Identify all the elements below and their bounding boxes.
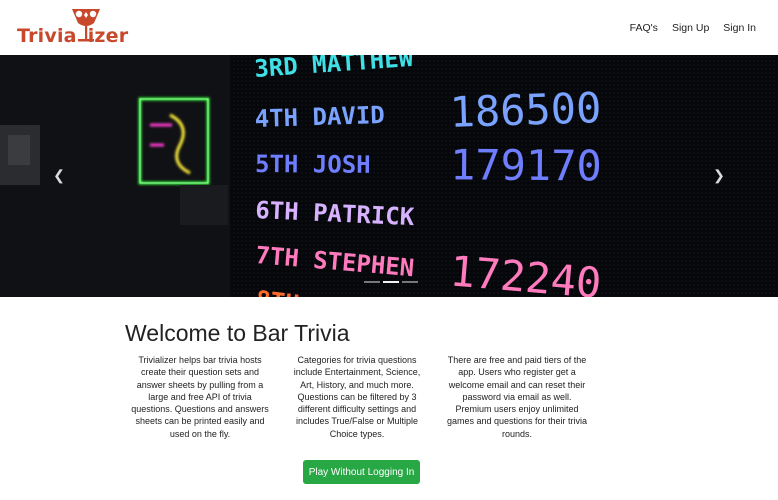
scoreboard-name: 4TH DAVID [254, 101, 385, 133]
scoreboard-score: 186500 [449, 83, 602, 137]
logo-text: Trivia izer [17, 25, 129, 47]
carousel-indicator-3[interactable] [402, 281, 418, 283]
nav-link-signup[interactable]: Sign Up [672, 22, 709, 34]
nav-link-faq[interactable]: FAQ's [630, 22, 658, 34]
carousel-prev-button[interactable]: ❮ [52, 167, 66, 184]
feature-text-tiers: There are free and paid tiers of the app… [446, 355, 588, 439]
chevron-right-icon: ❯ [713, 167, 725, 183]
play-without-login-button[interactable]: Play Without Logging In [303, 460, 420, 484]
hero-carousel: 3RD MATTHEW 4TH DAVID 186500 5TH JOSH 179170… [0, 55, 778, 297]
feature-text-categories: Categories for trivia questions include … [293, 355, 421, 439]
scoreboard-image: 3RD MATTHEW4TH DAVID 1865005TH JOSH 179170… [0, 55, 778, 297]
carousel-indicators [364, 281, 418, 283]
logo[interactable]: Trivia izer [17, 6, 135, 48]
scoreboard-score: 179170 [450, 140, 602, 190]
carousel-next-button[interactable]: ❯ [712, 167, 726, 184]
page-title: Welcome to Bar Trivia [125, 320, 350, 346]
scoreboard-name: 5TH JOSH [255, 150, 371, 179]
nav-link-signin[interactable]: Sign In [723, 22, 756, 34]
carousel-indicator-2[interactable] [383, 281, 399, 283]
nav-links: FAQ's Sign Up Sign In [630, 22, 756, 34]
navbar: Trivia izer FAQ's Sign Up Sign In [0, 0, 778, 55]
chevron-left-icon: ❮ [53, 167, 65, 183]
feature-text-hosts: Trivializer helps bar trivia hosts creat… [131, 355, 269, 439]
carousel-indicator-1[interactable] [364, 281, 380, 283]
